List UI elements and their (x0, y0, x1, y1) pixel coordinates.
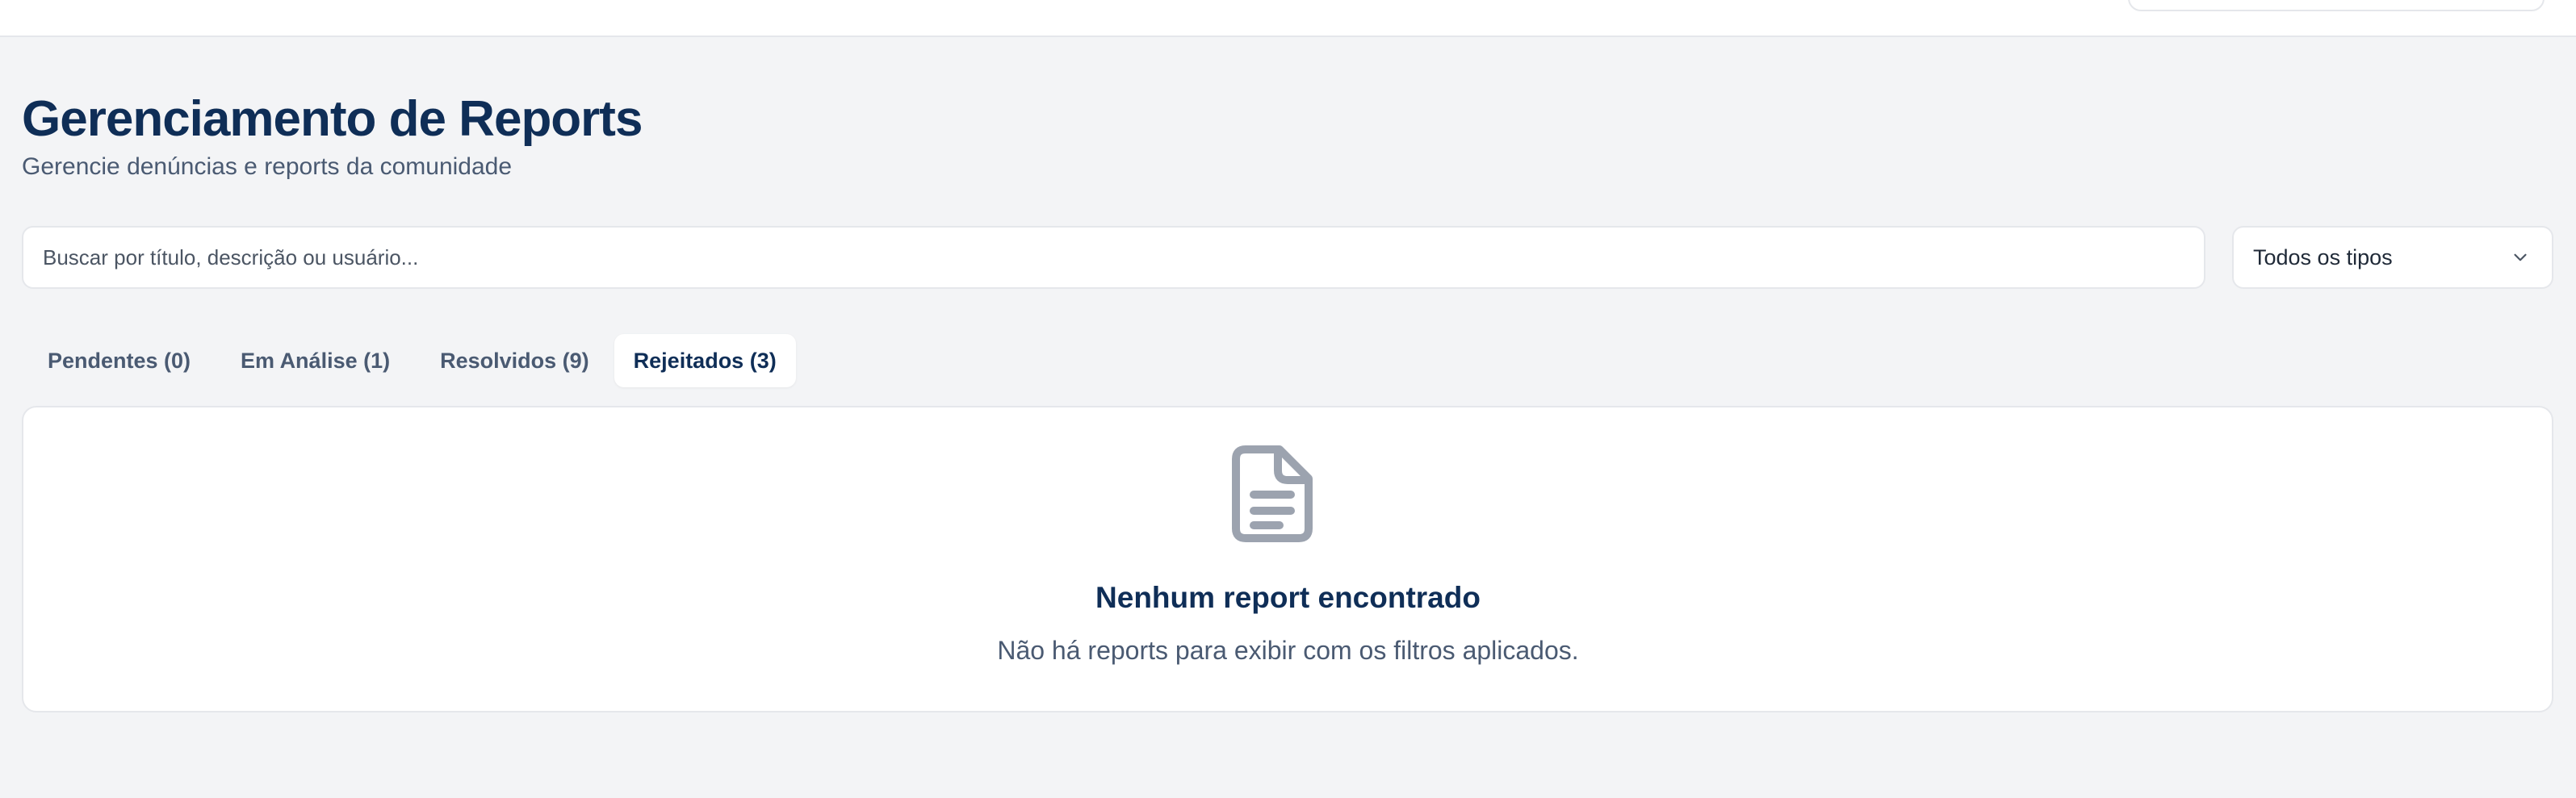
empty-state-message: Não há reports para exibir com os filtro… (997, 636, 1579, 665)
top-navbar (0, 0, 2576, 37)
empty-state-title: Nenhum report encontrado (1095, 581, 1481, 614)
type-filter-select[interactable]: Todos os tipos (2232, 226, 2553, 289)
tab-rejeitados[interactable]: Rejeitados (3) (614, 334, 796, 387)
tab-resolvidos[interactable]: Resolvidos (9) (415, 334, 614, 387)
page-subtitle: Gerencie denúncias e reports da comunida… (22, 153, 513, 180)
type-filter-value: Todos os tipos (2253, 244, 2393, 269)
page-title: Gerenciamento de Reports (22, 91, 643, 147)
chevron-down-icon (2514, 253, 2527, 261)
tab-pendentes[interactable]: Pendentes (0) (22, 334, 216, 387)
status-tabs: Pendentes (0) Em Análise (1) Resolvidos … (22, 332, 796, 389)
document-icon (1232, 445, 1313, 542)
search-input[interactable] (22, 226, 2205, 289)
tab-em-analise[interactable]: Em Análise (1) (216, 334, 415, 387)
navbar-search-field[interactable] (2128, 0, 2545, 11)
